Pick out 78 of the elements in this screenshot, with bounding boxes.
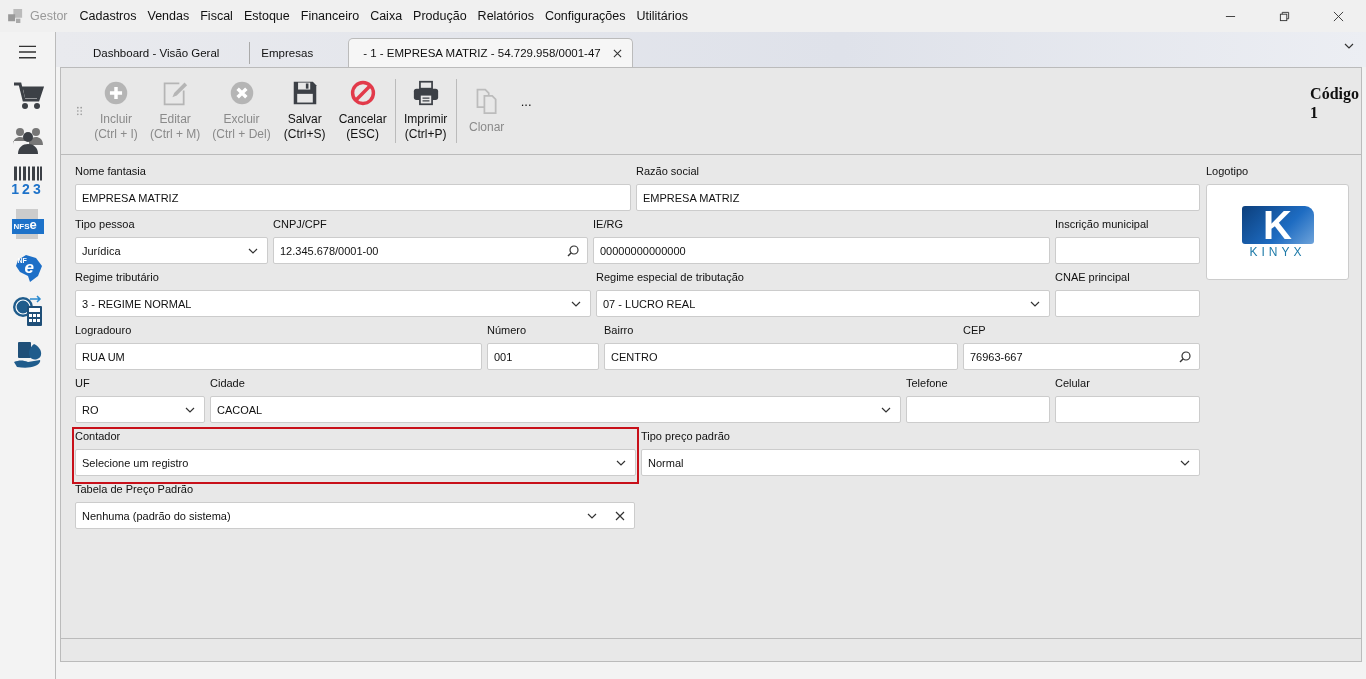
field-label: Cidade — [210, 377, 246, 390]
prohibited-icon — [349, 80, 376, 106]
search-field[interactable]: 76963-667 — [963, 343, 1200, 370]
more-button[interactable]: ... — [520, 93, 532, 109]
text-field[interactable]: 001 — [487, 343, 599, 370]
chevron-down-icon[interactable] — [1344, 43, 1354, 49]
dropdown-field[interactable]: Nenhuma (padrão do sistema) — [75, 502, 635, 529]
menu-item[interactable]: Fiscal — [200, 9, 233, 23]
logo-image[interactable]: K KINYX — [1206, 184, 1349, 280]
drag-handle-icon[interactable] — [77, 106, 82, 116]
code-label: Código — [1310, 84, 1359, 103]
menu-item[interactable]: Cadastros — [79, 9, 137, 23]
field-label: Tabela de Preço Padrão — [75, 483, 195, 496]
clear-icon[interactable] — [614, 509, 626, 522]
field-label: CNPJ/CPF — [273, 218, 328, 231]
printer-icon — [412, 80, 439, 106]
field-label: Logotipo — [1206, 165, 1250, 178]
menu-item[interactable]: Utilitários — [636, 9, 688, 23]
save-button[interactable]: Salvar (Ctrl+S) — [276, 80, 333, 142]
field-label: Razão social — [636, 165, 700, 178]
edit-icon — [162, 80, 189, 106]
text-field[interactable] — [906, 396, 1050, 423]
close-icon[interactable] — [1333, 10, 1344, 22]
field-label: Inscrição municipal — [1055, 218, 1150, 231]
cancel-button[interactable]: Cancelar (ESC) — [332, 80, 393, 142]
text-field[interactable]: RUA UM — [75, 343, 482, 370]
search-icon[interactable] — [1179, 350, 1191, 363]
text-field[interactable]: EMPRESA MATRIZ — [636, 184, 1200, 211]
text-field[interactable]: CENTRO — [604, 343, 958, 370]
tab[interactable]: - 1 - EMPRESA MATRIZ - 54.729.958/0001-47 — [348, 38, 633, 67]
menu-item[interactable]: Caixa — [370, 9, 403, 23]
text-field[interactable] — [1055, 237, 1200, 264]
field-label: Logradouro — [75, 324, 133, 337]
close-icon[interactable] — [612, 48, 622, 58]
tab[interactable]: Dashboard - Visão Geral — [82, 42, 250, 64]
dropdown-field[interactable]: Normal — [641, 449, 1200, 476]
field-label: Regime especial de tributação — [596, 271, 745, 284]
calculator-coin-icon[interactable] — [11, 295, 44, 327]
field-label: Tipo preço padrão — [641, 430, 731, 443]
text-field[interactable] — [1055, 396, 1200, 423]
field-label: Número — [487, 324, 528, 337]
print-button[interactable]: Imprimir (Ctrl+P) — [397, 80, 454, 142]
field-label: Tipo pessoa — [75, 218, 136, 231]
dropdown-field[interactable]: 3 - REGIME NORMAL — [75, 290, 591, 317]
dropdown-field[interactable]: Selecione um registro — [75, 449, 636, 476]
menu-icon[interactable] — [19, 45, 36, 59]
text-field[interactable]: EMPRESA MATRIZ — [75, 184, 631, 211]
field-label: Bairro — [604, 324, 635, 337]
field-label: CEP — [963, 324, 987, 337]
field-label: Contador — [75, 430, 122, 443]
code-value: 1 — [1310, 103, 1320, 122]
dropdown-field[interactable]: RO — [75, 396, 205, 423]
app-title: Gestor — [30, 9, 68, 23]
dropdown-field[interactable]: CACOAL — [210, 396, 901, 423]
text-field[interactable] — [1055, 290, 1200, 317]
field-label: CNAE principal — [1055, 271, 1131, 284]
menu-item[interactable]: Vendas — [147, 9, 190, 23]
cart-icon[interactable] — [11, 80, 44, 112]
field-label: Telefone — [906, 377, 949, 390]
field-label: Celular — [1055, 377, 1091, 390]
menu-item[interactable]: Relatórios — [477, 9, 534, 23]
menu-item[interactable]: Produção — [413, 9, 467, 23]
search-field[interactable]: 12.345.678/0001-00 — [273, 237, 588, 264]
field-label: Regime tributário — [75, 271, 160, 284]
dropdown-field[interactable]: 07 - LUCRO REAL — [596, 290, 1050, 317]
field-label: UF — [75, 377, 91, 390]
plus-icon — [103, 80, 129, 106]
menu-item[interactable]: Estoque — [243, 9, 290, 23]
field-label: IE/RG — [593, 218, 624, 231]
dropdown-field[interactable]: Jurídica — [75, 237, 268, 264]
field-label: Nome fantasia — [75, 165, 147, 178]
menu-item[interactable]: Configurações — [544, 9, 626, 23]
app-logo-icon — [8, 9, 24, 23]
delete-icon — [228, 80, 255, 106]
menu-item[interactable]: Financeiro — [300, 9, 360, 23]
text-field[interactable]: 00000000000000 — [593, 237, 1050, 264]
search-icon[interactable] — [567, 244, 579, 257]
restore-icon[interactable] — [1279, 10, 1290, 22]
